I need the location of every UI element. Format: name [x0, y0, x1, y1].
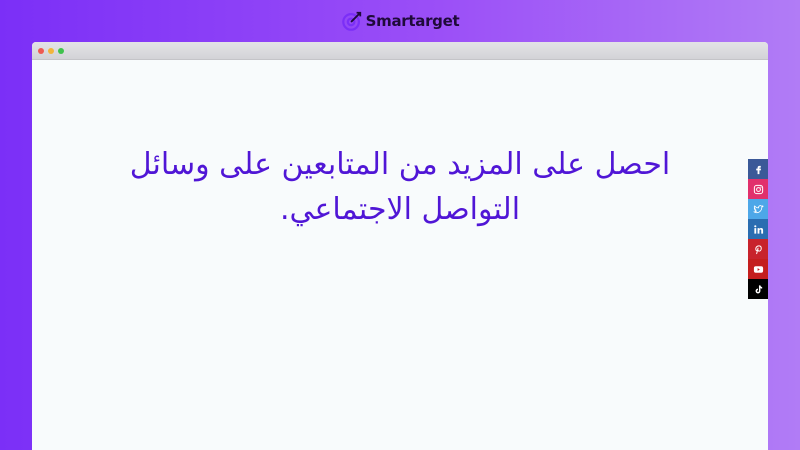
linkedin-icon	[753, 224, 763, 234]
social-share-bar	[748, 159, 768, 299]
facebook-share-button[interactable]	[748, 159, 768, 179]
instagram-icon	[753, 184, 763, 194]
facebook-icon	[755, 165, 761, 174]
tiktok-share-button[interactable]	[748, 279, 768, 299]
target-logo-icon	[341, 11, 361, 31]
browser-titlebar	[32, 42, 768, 60]
linkedin-share-button[interactable]	[748, 219, 768, 239]
instagram-share-button[interactable]	[748, 179, 768, 199]
pinterest-share-button[interactable]	[748, 239, 768, 259]
twitter-share-button[interactable]	[748, 199, 768, 219]
twitter-icon	[753, 204, 763, 213]
minimize-window-button[interactable]	[48, 47, 54, 54]
page-headline: احصل على المزيد من المتابعين على وسائل ا…	[129, 147, 671, 227]
browser-window: احصل على المزيد من المتابعين على وسائل ا…	[32, 42, 768, 450]
youtube-icon	[753, 265, 763, 273]
brand-header: Smartarget	[0, 9, 800, 33]
close-window-button[interactable]	[38, 47, 44, 54]
brand-name: Smartarget	[365, 12, 460, 30]
maximize-window-button[interactable]	[58, 47, 64, 54]
tiktok-icon	[755, 284, 762, 293]
youtube-share-button[interactable]	[748, 259, 768, 279]
pinterest-icon	[754, 244, 762, 254]
